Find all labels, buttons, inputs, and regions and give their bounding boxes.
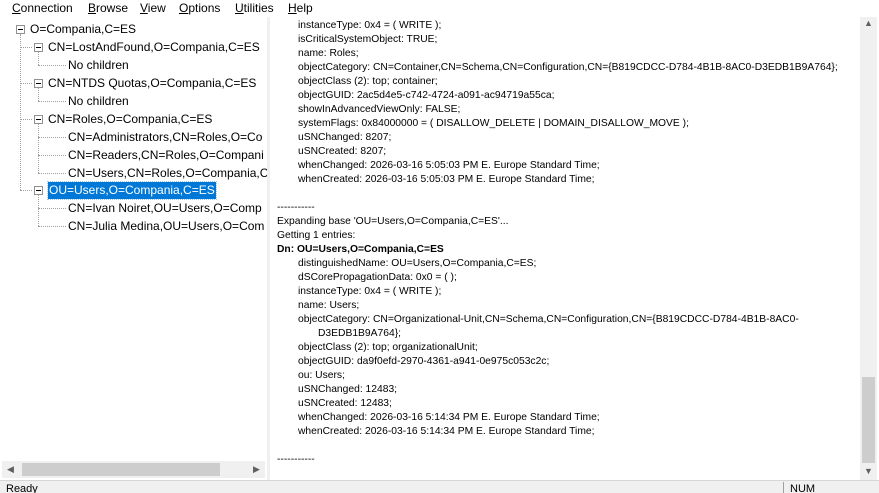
output-separator: ----------- [277,202,315,213]
output-line: distinguishedName: OU=Users,O=Compania,C… [298,258,537,269]
output-line: Expanding base 'OU=Users,O=Compania,C=ES… [277,216,509,227]
output-line: dSCorePropagationData: 0x0 = ( ); [298,272,457,283]
output-line: isCriticalSystemObject: TRUE; [298,34,438,45]
tree-view[interactable]: O=Compania,C=ES CN=LostAndFound,O=Compan… [1,17,268,480]
tree-node-roles-users[interactable]: CN=Users,CN=Roles,O=Compania,C [68,165,267,182]
output-line: name: Users; [298,300,360,311]
output-line: uSNCreated: 8207; [298,146,387,157]
output-line: objectGUID: 2ac5d4e5-c742-4724-a091-ac94… [298,90,555,101]
scroll-down-icon[interactable]: ▼ [864,463,873,480]
output-line: D3EDB1B9A764}; [318,328,402,339]
tree-node-no-children[interactable]: No children [68,57,129,74]
tree-node-users-selected[interactable]: OU=Users,O=Compania,C=ES [47,181,217,200]
collapse-icon[interactable] [34,43,43,52]
output-vertical-scrollbar[interactable]: ▲ ▼ [860,17,877,480]
output-line: objectGUID: da9f0efd-2970-4361-a941-0e97… [298,356,550,367]
output-line: instanceType: 0x4 = ( WRITE ); [298,286,442,297]
output-line: name: Roles; [298,48,359,59]
scroll-left-icon[interactable]: ◀ [7,461,14,478]
menu-options[interactable]: Options [179,1,220,15]
output-pane[interactable]: instanceType: 0x4 = ( WRITE ); isCritica… [271,17,861,480]
menu-help[interactable]: Help [288,1,313,15]
output-line: showInAdvancedViewOnly: FALSE; [298,104,461,115]
collapse-icon[interactable] [34,186,43,195]
output-line: objectCategory: CN=Organizational-Unit,C… [298,314,799,325]
output-line: uSNChanged: 8207; [298,132,392,143]
output-line: whenCreated: 2026-03-16 5:05:03 PM E. Eu… [298,174,595,185]
menu-connection[interactable]: Connection [12,1,73,15]
tree-node-roles[interactable]: CN=Roles,O=Compania,C=ES [48,111,212,128]
tree-node-root[interactable]: O=Compania,C=ES [30,21,136,38]
output-line: whenChanged: 2026-03-16 5:14:34 PM E. Eu… [298,412,600,423]
tree-node-readers[interactable]: CN=Readers,CN=Roles,O=Compani [68,147,264,164]
output-line: objectClass (2): top; organizationalUnit… [298,342,478,353]
output-line: Getting 1 entries: [277,230,356,241]
output-line: uSNCreated: 12483; [298,398,392,409]
output-line: objectCategory: CN=Container,CN=Schema,C… [298,62,838,73]
menu-view[interactable]: View [140,1,166,15]
status-bar: Ready NUM [0,480,879,493]
output-line: systemFlags: 0x84000000 = ( DISALLOW_DEL… [298,118,689,129]
output-line: whenChanged: 2026-03-16 5:05:03 PM E. Eu… [298,160,600,171]
tree-node-ntds-quotas[interactable]: CN=NTDS Quotas,O=Compania,C=ES [48,75,256,92]
output-separator: ----------- [277,454,315,465]
output-line: uSNChanged: 12483; [298,384,398,395]
tree-node-no-children[interactable]: No children [68,93,129,110]
status-divider [783,482,784,493]
menu-bar: Connection Browse View Options Utilities… [0,0,879,17]
collapse-icon[interactable] [34,79,43,88]
output-line: whenCreated: 2026-03-16 5:14:34 PM E. Eu… [298,426,595,437]
tree-node-administrators[interactable]: CN=Administrators,CN=Roles,O=Co [68,129,262,146]
output-dn-heading: Dn: OU=Users,O=Compania,C=ES [277,244,444,255]
tree-node-julia-medina[interactable]: CN=Julia Medina,OU=Users,O=Com [68,218,264,235]
pane-splitter[interactable] [267,17,270,480]
tree-node-ivan-noiret[interactable]: CN=Ivan Noiret,OU=Users,O=Comp [68,200,262,217]
menu-utilities[interactable]: Utilities [235,1,274,15]
collapse-icon[interactable] [34,115,43,124]
output-line: ou: Users; [298,370,345,381]
output-line: objectClass (2): top; container; [298,76,438,87]
scrollbar-thumb[interactable] [22,463,220,476]
tree-node-lostandfound[interactable]: CN=LostAndFound,O=Compania,C=ES [48,39,260,56]
tree-horizontal-scrollbar[interactable]: ◀ ▶ [2,461,265,478]
menu-browse[interactable]: Browse [88,1,128,15]
collapse-icon[interactable] [16,25,25,34]
output-line: instanceType: 0x4 = ( WRITE ); [298,20,442,31]
scroll-right-icon[interactable]: ▶ [253,461,260,478]
scrollbar-thumb[interactable] [862,377,875,463]
scroll-up-icon[interactable]: ▲ [864,15,873,32]
